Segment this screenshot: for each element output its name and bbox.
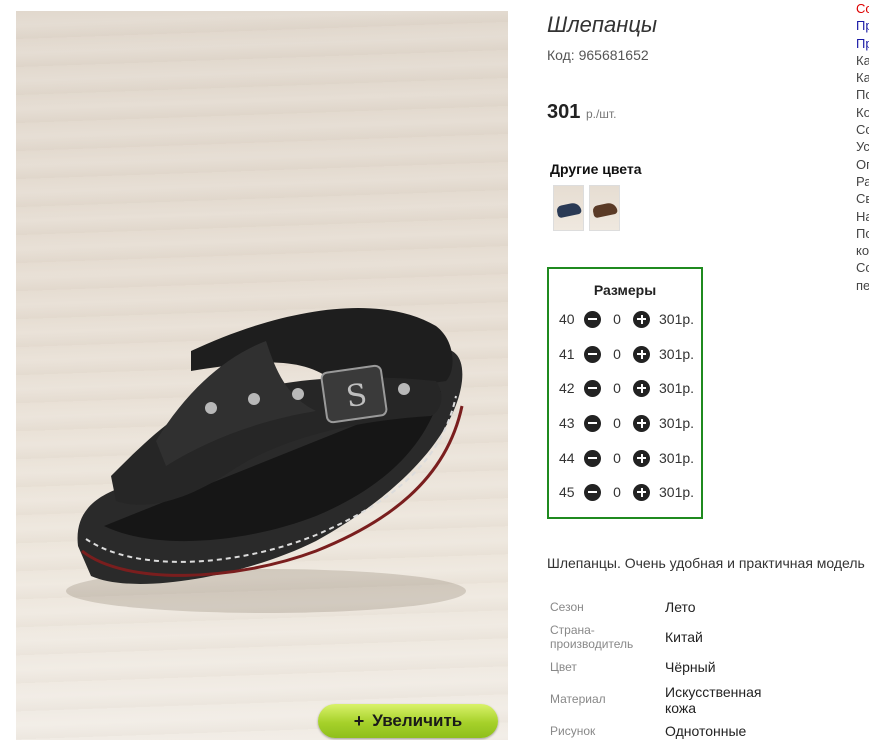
plus-circle-icon[interactable] bbox=[633, 379, 650, 397]
sidebar-link[interactable]: По bbox=[856, 225, 869, 242]
size-row: 43 0 301р. bbox=[559, 413, 694, 433]
color-swatch-blue[interactable] bbox=[553, 185, 584, 231]
minus-icon[interactable] bbox=[584, 449, 601, 467]
size-price: 301р. bbox=[659, 311, 695, 327]
size-price: 301р. bbox=[659, 380, 695, 396]
size-price: 301р. bbox=[659, 450, 695, 466]
sidebar-link[interactable]: Со bbox=[856, 0, 869, 17]
plus-circle-icon[interactable] bbox=[633, 483, 650, 501]
attr-label-country: Страна- производитель bbox=[550, 623, 634, 651]
size-number: 41 bbox=[559, 346, 575, 362]
size-number: 42 bbox=[559, 380, 575, 396]
sidebar-link[interactable]: Пр bbox=[856, 35, 869, 52]
size-number: 43 bbox=[559, 415, 575, 431]
size-number: 45 bbox=[559, 484, 575, 500]
sidebar-link[interactable]: Ра bbox=[856, 173, 869, 190]
product-description: Шлепанцы. Очень удобная и практичная мод… bbox=[547, 555, 865, 571]
sizes-panel: Размеры 40 0 301р. 41 0 301р. 42 0 301р.… bbox=[547, 267, 703, 519]
zoom-button[interactable]: + Увеличить bbox=[318, 704, 498, 738]
swatch-shoe-icon bbox=[556, 201, 582, 219]
product-title: Шлепанцы bbox=[547, 12, 658, 37]
product-price: 301 р./шт. bbox=[547, 101, 616, 124]
size-price: 301р. bbox=[659, 415, 695, 431]
size-price: 301р. bbox=[659, 484, 695, 500]
attr-label-pattern: Рисунок bbox=[550, 724, 596, 738]
minus-icon[interactable] bbox=[584, 345, 601, 363]
attr-value-material: Искусственная кожа bbox=[665, 684, 762, 716]
size-number: 44 bbox=[559, 450, 575, 466]
sidebar-link[interactable]: ко bbox=[856, 242, 869, 259]
attr-label-season: Сезон bbox=[550, 600, 584, 614]
minus-icon[interactable] bbox=[584, 483, 601, 501]
attr-label-color: Цвет bbox=[550, 660, 577, 674]
plus-circle-icon[interactable] bbox=[633, 414, 650, 432]
attr-value-season: Лето bbox=[665, 599, 696, 615]
size-row: 45 0 301р. bbox=[559, 482, 694, 502]
sidebar-link[interactable]: Св bbox=[856, 190, 869, 207]
sidebar-link[interactable]: Оп bbox=[856, 156, 869, 173]
sidebar-link[interactable]: На bbox=[856, 208, 869, 225]
price-unit: р./шт. bbox=[585, 107, 617, 121]
size-quantity: 0 bbox=[613, 311, 621, 327]
product-photo[interactable]: S + Увеличить bbox=[16, 11, 508, 740]
size-row: 40 0 301р. bbox=[559, 309, 694, 329]
size-price: 301р. bbox=[659, 346, 695, 362]
size-quantity: 0 bbox=[613, 415, 621, 431]
sidebar-link[interactable]: Со bbox=[856, 121, 869, 138]
plus-circle-icon[interactable] bbox=[633, 449, 650, 467]
product-code: Код: 965681652 bbox=[547, 47, 649, 63]
sidebar-link[interactable]: Ко bbox=[856, 104, 869, 121]
size-row: 42 0 301р. bbox=[559, 378, 694, 398]
size-row: 44 0 301р. bbox=[559, 448, 694, 468]
minus-icon[interactable] bbox=[584, 310, 601, 328]
color-swatch-brown[interactable] bbox=[589, 185, 620, 231]
sidebar-link[interactable]: Ка bbox=[856, 69, 869, 86]
attr-label-material: Материал bbox=[550, 692, 606, 706]
sidebar-link[interactable]: Пр bbox=[856, 17, 869, 34]
minus-icon[interactable] bbox=[584, 414, 601, 432]
plus-circle-icon[interactable] bbox=[633, 345, 650, 363]
sidebar-link[interactable]: Ус bbox=[856, 138, 869, 155]
sidebar-link[interactable]: пе bbox=[856, 277, 869, 294]
attr-value-color: Чёрный bbox=[665, 659, 716, 675]
other-colors-title: Другие цвета bbox=[550, 161, 642, 177]
plus-icon: + bbox=[353, 710, 365, 731]
swatch-shoe-icon bbox=[592, 201, 618, 219]
size-quantity: 0 bbox=[613, 484, 621, 500]
plus-circle-icon[interactable] bbox=[633, 310, 650, 328]
size-quantity: 0 bbox=[613, 346, 621, 362]
attr-value-country: Китай bbox=[665, 629, 703, 645]
slipper-illustration: S bbox=[66, 307, 466, 613]
sidebar-link[interactable]: Ка bbox=[856, 52, 869, 69]
size-quantity: 0 bbox=[613, 380, 621, 396]
attr-value-pattern: Однотонные bbox=[665, 723, 747, 739]
sidebar-link[interactable]: Со bbox=[856, 259, 869, 276]
size-quantity: 0 bbox=[613, 450, 621, 466]
right-sidebar-cropped: Со Пр Пр Ка Ка По Ко Со Ус Оп Ра Св На П… bbox=[856, 0, 869, 294]
zoom-button-label: Увеличить bbox=[372, 711, 463, 730]
sidebar-link[interactable]: По bbox=[856, 86, 869, 103]
minus-icon[interactable] bbox=[584, 379, 601, 397]
size-row: 41 0 301р. bbox=[559, 344, 694, 364]
size-number: 40 bbox=[559, 311, 575, 327]
price-value: 301 bbox=[547, 101, 581, 123]
sizes-title: Размеры bbox=[593, 282, 657, 298]
